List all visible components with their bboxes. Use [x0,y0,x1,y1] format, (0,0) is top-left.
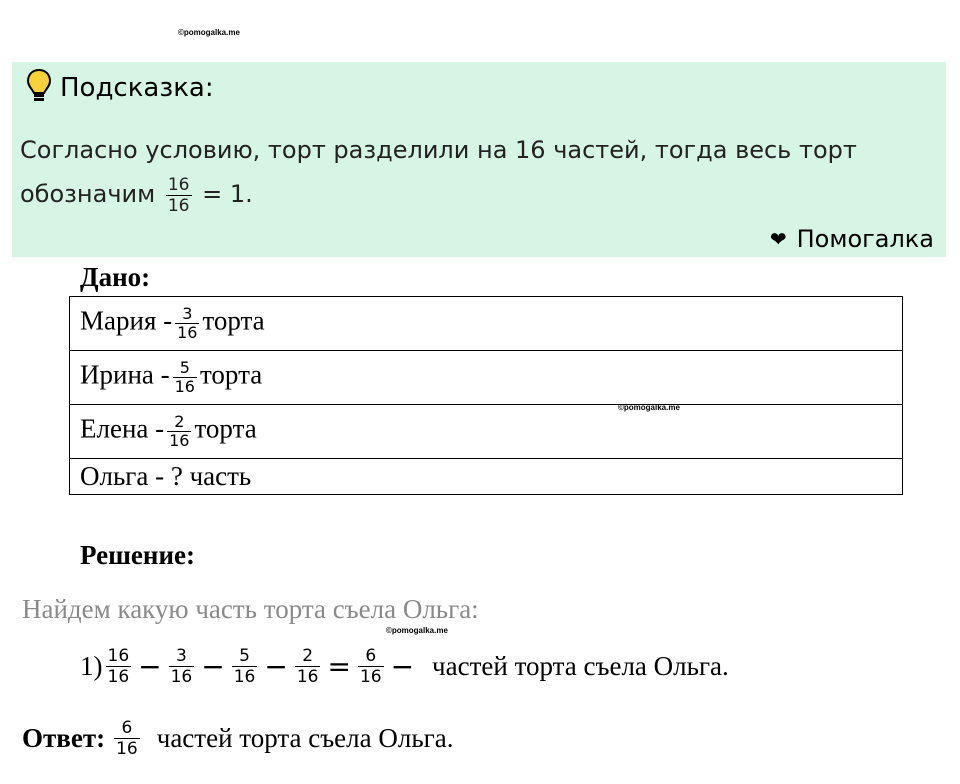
calc-fraction-result: 6 16 [357,646,384,687]
hint-fraction: 16 16 [165,174,192,216]
answer-text: частей торта съела Ольга. [156,723,454,753]
given-name: Ольга - ? часть [80,461,252,491]
answer-label: Ответ: [22,723,106,753]
given-row-elena: Елена -2 16 торта [69,404,903,459]
fraction-den: 16 [296,667,319,687]
brand-name: Помогалка [796,225,934,253]
watermark-top: ©pomogalka.me [178,28,240,37]
given-cell: Ольга - ? часть [69,458,903,495]
fraction-num: 5 [179,358,190,377]
watermark-mid: ©pomogalka.me [618,403,680,412]
step-label: 1) [80,651,103,681]
fraction-den: 16 [359,667,382,687]
fraction-den: 16 [177,323,198,342]
hint-text-after: = 1. [202,180,253,208]
given-suffix: торта [202,305,265,336]
fraction-den: 16 [233,667,256,687]
fraction-num: 3 [182,304,193,323]
hint-title: Подсказка: [60,73,214,103]
operator: = [327,650,351,683]
fraction-den: 16 [107,667,130,687]
given-cell: Елена -2 16 торта [69,404,903,459]
solution-title: Решение: [80,540,195,570]
given-name: Елена - [80,413,165,444]
fraction-den: 16 [169,431,190,450]
hint-brand: ❤ Помогалка [770,225,934,253]
watermark-bottom: ©pomogalka.me [386,626,448,635]
operator: − [201,650,225,683]
fraction-num: 16 [107,646,130,666]
given-row-irina: Ирина -5 16 торта [69,350,903,405]
hint-text: Согласно условию, торт разделили на 16 ч… [20,128,920,216]
fraction-den: 16 [170,667,193,687]
operator: − [138,650,162,683]
result-text: частей торта съела Ольга. [432,651,729,681]
given-suffix: торта [199,359,263,390]
calc-fraction: 3 16 [168,646,195,687]
hint-fraction-den: 16 [167,195,190,216]
answer-fraction: 6 16 [114,718,140,759]
hint-fraction-num: 16 [167,174,190,195]
fraction-den: 16 [174,377,195,396]
calc-fraction: 5 16 [231,646,258,687]
fraction-den: 16 [116,739,138,759]
given-row-maria: Мария -3 16 торта [69,296,903,351]
given-fraction: 2 16 [167,412,192,450]
answer: Ответ: 6 16 частей торта съела Ольга. [22,718,453,759]
given-fraction: 3 16 [175,304,200,342]
fraction-num: 6 [365,646,377,666]
hint-box: Подсказка: Согласно условию, торт раздел… [12,62,946,257]
fraction-num: 2 [302,646,314,666]
lightbulb-icon [26,68,52,108]
given-title: Дано: [80,262,151,292]
operator: − [264,650,288,683]
given-cell: Ирина -5 16 торта [69,350,903,405]
fraction-num: 2 [174,412,185,431]
calculation: 1) 16 16 − 3 16 − 5 16 − 2 16 = 6 16 − частей… [80,646,729,687]
calc-fraction: 2 16 [294,646,321,687]
fraction-num: 5 [239,646,250,666]
solution-line: Найдем какую часть торта съела Ольга: [22,594,479,624]
given-name: Ирина - [80,359,170,390]
given-fraction: 5 16 [172,358,197,396]
given-row-olga: Ольга - ? часть [69,458,903,495]
calc-fraction: 16 16 [105,646,132,687]
given-table: Мария -3 16 торта Ирина -5 16 торта Елена -2… [69,296,903,495]
operator: − [390,650,415,683]
hint-header: Подсказка: [26,68,214,108]
fraction-num: 6 [121,718,133,738]
heart-icon: ❤ [769,227,787,251]
hint-text-before: Согласно условию, торт разделили на 16 ч… [20,136,857,208]
fraction-num: 3 [176,646,187,666]
given-suffix: торта [194,413,257,444]
given-name: Мария - [80,305,173,336]
given-cell: Мария -3 16 торта [69,296,903,351]
